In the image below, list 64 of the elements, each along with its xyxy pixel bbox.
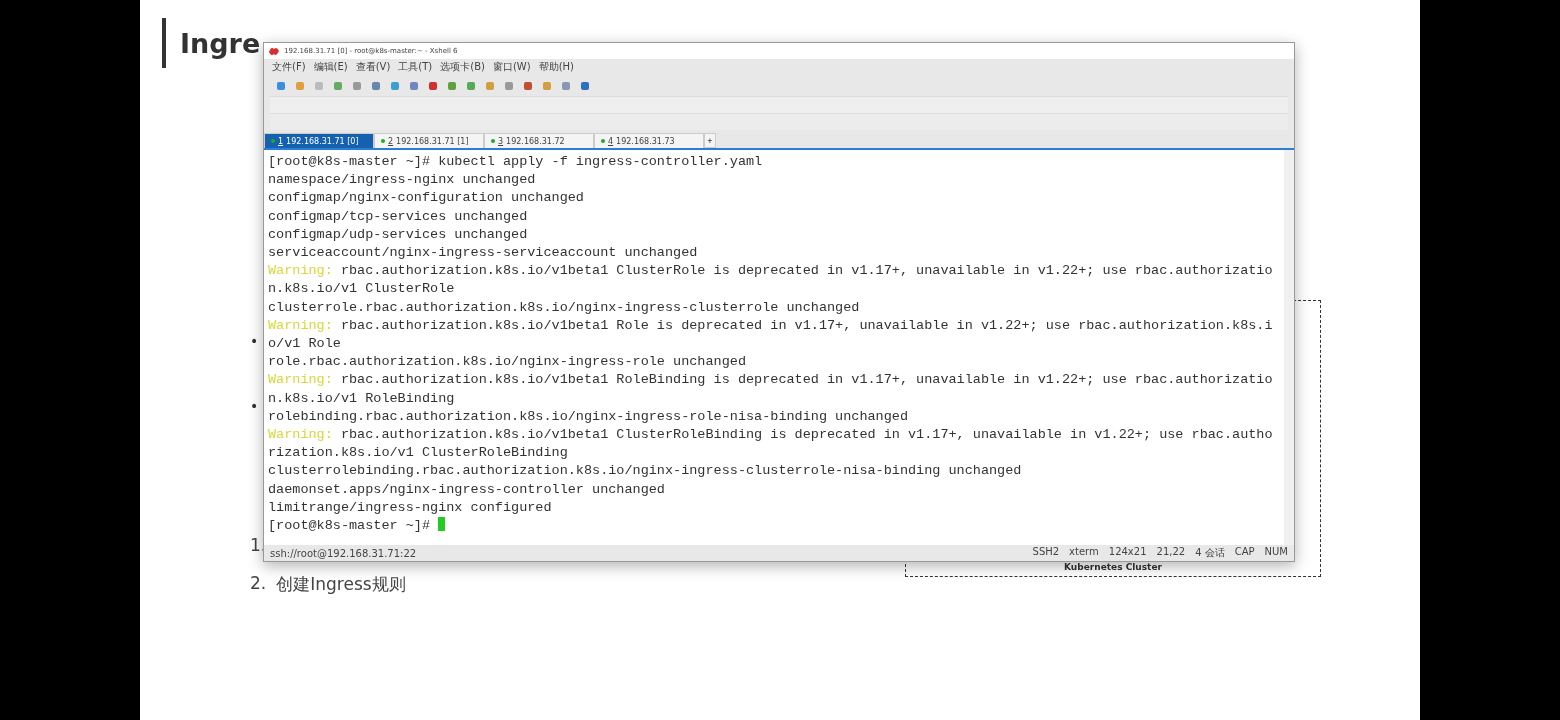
toolbar-icon[interactable] [542, 80, 552, 91]
terminal-line: Warning: rbac.authorization.k8s.io/v1beta1 RoleBinding is deprecated in v1.17+, unavailable in v1.22+; use rbac.authorizatio [268, 371, 1273, 390]
toolbar-icon[interactable] [295, 80, 305, 91]
menu-item[interactable]: 窗口(W) [492, 60, 531, 74]
session-tab[interactable]: 2 192.168.31.71 [1] [374, 133, 484, 148]
terminal-line: configmap/nginx-configuration unchanged [268, 189, 584, 208]
terminal-line: namespace/ingress-nginx unchanged [268, 171, 536, 190]
status-item: 4 会话 [1195, 546, 1225, 560]
terminal-line: Warning: rbac.authorization.k8s.io/v1beta1 ClusterRoleBinding is deprecated in v1.17+, unavailable in v1.22+; use rbac.autho [268, 426, 1273, 445]
terminal-line: n.k8s.io/v1 RoleBinding [268, 389, 455, 408]
menu-item[interactable]: 查看(V) [355, 60, 391, 74]
status-item: xterm [1069, 546, 1099, 559]
terminal-line: Warning: rbac.authorization.k8s.io/v1beta1 ClusterRole is deprecated in v1.17+, unavailable in v1.22+; use rbac.authorizatio [268, 262, 1273, 281]
status-item: SSH2 [1032, 546, 1060, 559]
session-tab[interactable]: 1 192.168.31.71 [0] [264, 133, 374, 148]
status-address: ssh://root@192.168.31.71:22 [270, 547, 417, 559]
toolbar-icon[interactable] [409, 80, 419, 91]
step-text: 创建Ingress规则 [276, 573, 406, 596]
step-number: 2. [250, 573, 267, 595]
toolbar-icon[interactable] [561, 80, 571, 91]
toolbar-icon[interactable] [504, 80, 514, 91]
toolbar-icon[interactable] [371, 80, 381, 91]
toolbar-icon[interactable] [390, 80, 400, 91]
terminal-line: daemonset.apps/nginx-ingress-controller unchanged [268, 480, 665, 499]
status-item: 124x21 [1108, 546, 1147, 559]
toolbar-icon[interactable] [447, 80, 457, 91]
terminal-line: clusterrolebinding.rbac.authorization.k8s.io/nginx-ingress-clusterrole-nisa-binding unchanged [268, 462, 1022, 481]
terminal-prompt: [root@k8s-master ~]# [268, 517, 446, 536]
toolbar-icon[interactable] [485, 80, 495, 91]
status-item: CAP [1234, 546, 1255, 559]
slide-title: Ingre [180, 27, 261, 59]
terminal-line: o/v1 Role [268, 335, 341, 354]
menu-item[interactable]: 选项卡(B) [440, 60, 485, 74]
terminal-line: n.k8s.io/v1 ClusterRole [268, 280, 455, 299]
terminal-line: limitrange/ingress-nginx configured [268, 498, 552, 517]
cluster-label: Kubernetes Cluster [1064, 562, 1162, 572]
terminal-line: role.rbac.authorization.k8s.io/nginx-ingress-role unchanged [268, 353, 746, 372]
terminal-line: clusterrole.rbac.authorization.k8s.io/nginx-ingress-clusterrole unchanged [268, 298, 860, 317]
scrollbar[interactable] [1284, 150, 1294, 545]
menu-item[interactable]: 帮助(H) [538, 60, 574, 74]
toolbar-icon[interactable] [352, 80, 362, 91]
terminal-line: [root@k8s-master ~]# kubectl apply -f ingress-controller.yaml [268, 153, 763, 171]
toolbar-icon[interactable] [523, 80, 533, 91]
terminal-line: serviceaccount/nginx-ingress-serviceaccount unchanged [268, 244, 698, 262]
toolbar-icon[interactable] [428, 80, 438, 91]
bullet-mark: • [250, 399, 259, 414]
menu-item[interactable]: 工具(T) [398, 60, 433, 74]
status-item: NUM [1264, 546, 1288, 559]
session-tab[interactable]: 4 192.168.31.73 [594, 133, 704, 148]
menu-item[interactable]: 编辑(E) [313, 60, 348, 74]
terminal-line: configmap/udp-services unchanged [268, 225, 528, 244]
terminal-line: rization.k8s.io/v1 ClusterRoleBinding [268, 444, 568, 463]
toolbar-icon[interactable] [466, 80, 476, 91]
toolbar-icon[interactable] [333, 80, 343, 91]
terminal-line: configmap/tcp-services unchanged [268, 207, 528, 226]
terminal-line: rolebinding.rbac.authorization.k8s.io/nginx-ingress-role-nisa-binding unchanged [268, 407, 908, 426]
toolbar-icon[interactable] [580, 80, 590, 91]
status-item: 21,22 [1156, 546, 1186, 559]
terminal-line: Warning: rbac.authorization.k8s.io/v1beta1 Role is deprecated in v1.17+, unavailable in v1.22+; use rbac.authorization.k8s.i [268, 316, 1273, 335]
bullet-mark: • [250, 334, 259, 349]
menu-item[interactable]: 文件(F) [272, 60, 306, 74]
app-icon [268, 45, 280, 57]
session-tab[interactable]: 3 192.168.31.72 [484, 133, 594, 148]
toolbar-icon[interactable] [276, 80, 286, 91]
